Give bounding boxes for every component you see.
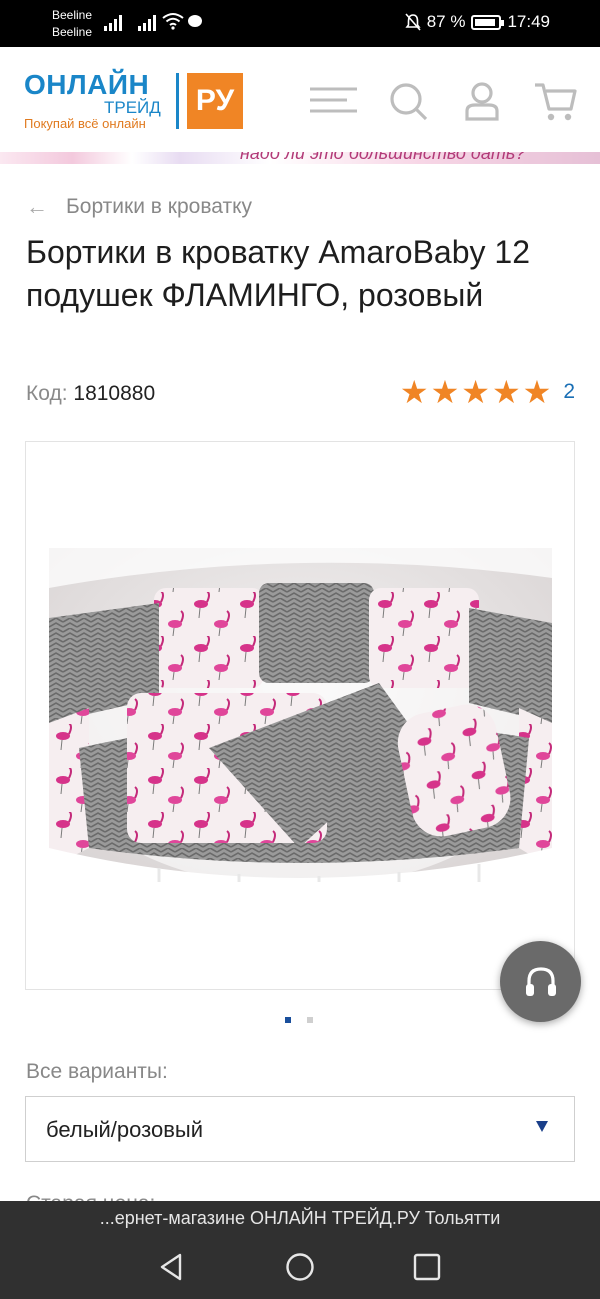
product-gallery[interactable]: [25, 441, 575, 990]
cart-icon[interactable]: [531, 79, 581, 123]
breadcrumb-label[interactable]: Бортики в кроватку: [66, 195, 252, 219]
product-title: Бортики в кроватку AmaroBaby 12 подушек …: [26, 234, 530, 313]
logo-divider: [176, 73, 179, 129]
logo-text-secondary: ТРЕЙД: [104, 98, 161, 117]
variant-select[interactable]: белый/розовый: [25, 1096, 575, 1162]
carrier-1: Beeline: [52, 8, 93, 22]
product-code-value: 1810880: [73, 382, 156, 405]
review-count-link[interactable]: 2: [563, 380, 575, 404]
product-code-label: Код:: [26, 382, 68, 405]
star-icon: ★: [430, 374, 460, 410]
star-icon: ★: [399, 374, 429, 410]
signal-icon: [104, 14, 122, 31]
nav-home-icon[interactable]: [284, 1251, 316, 1283]
clock: 17:49: [507, 12, 550, 31]
gallery-dot[interactable]: [307, 1017, 313, 1023]
star-icon: ★: [522, 374, 552, 410]
logo-text-main: ОНЛАЙН: [24, 69, 150, 100]
star-icon: ★: [491, 374, 521, 410]
logo-tagline: Покупай всё онлайн: [24, 116, 146, 131]
product-code: Код: 1810880: [26, 382, 155, 406]
headphones-icon: [525, 966, 556, 996]
product-rating[interactable]: ★ ★ ★ ★ ★ 2: [400, 376, 575, 408]
promo-banner[interactable]: надо ли это большинство дать?: [0, 152, 600, 164]
gallery-pagination[interactable]: [285, 1017, 313, 1023]
promo-banner-text: надо ли это большинство дать?: [240, 152, 526, 163]
gallery-dot-active[interactable]: [285, 1017, 291, 1023]
site-header: ОНЛАЙН ТРЕЙД РУ Покупай всё онлайн: [0, 47, 600, 155]
support-chat-button[interactable]: [500, 941, 581, 1022]
mute-bell-icon: [405, 13, 421, 31]
variant-select-value: белый/розовый: [46, 1117, 203, 1142]
message-icon: [188, 15, 202, 27]
breadcrumb[interactable]: ← Бортики в кроватку: [26, 194, 252, 220]
nav-recents-icon[interactable]: [411, 1251, 443, 1283]
logo-badge: РУ: [187, 73, 243, 129]
star-icon: ★: [461, 374, 490, 410]
site-logo[interactable]: ОНЛАЙН ТРЕЙД РУ Покупай всё онлайн: [24, 69, 246, 131]
signal-icon: [138, 14, 156, 31]
browser-url-bar[interactable]: ...ернет-магазине ОНЛАЙН ТРЕЙД.РУ Тольят…: [0, 1201, 600, 1237]
nav-back-icon[interactable]: [156, 1251, 188, 1283]
status-bar: Beeline Beeline 87 % 17:49: [0, 0, 600, 47]
user-icon[interactable]: [457, 79, 507, 123]
system-nav-bar: [0, 1237, 600, 1299]
battery-percent: 87 %: [426, 12, 466, 31]
variants-label: Все варианты:: [26, 1060, 168, 1083]
search-icon[interactable]: [384, 79, 434, 123]
wifi-icon: [162, 13, 184, 30]
product-photo[interactable]: [49, 548, 552, 882]
back-arrow-icon[interactable]: ←: [26, 194, 48, 220]
carrier-names: Beeline Beeline: [52, 7, 92, 41]
battery-icon: [471, 14, 505, 30]
carrier-2: Beeline: [52, 25, 93, 39]
dropdown-arrow-icon: [536, 1121, 548, 1132]
menu-icon[interactable]: [307, 79, 357, 123]
